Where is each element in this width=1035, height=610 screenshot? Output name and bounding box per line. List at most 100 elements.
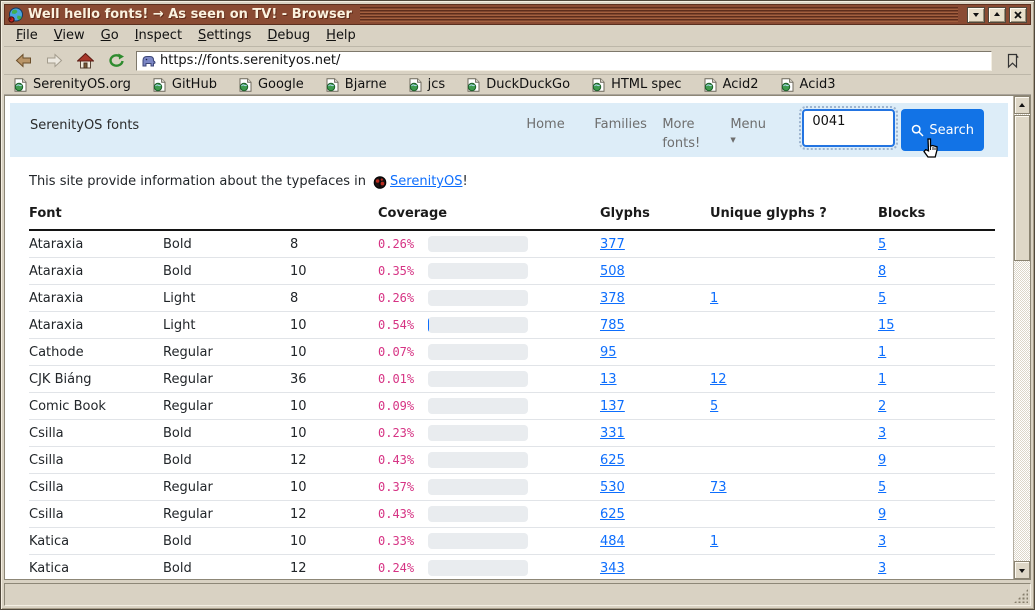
glyphs-link[interactable]: 13 (600, 372, 617, 387)
blocks-link[interactable]: 5 (878, 291, 886, 306)
blocks-link[interactable]: 1 (878, 372, 886, 387)
url-input[interactable] (160, 53, 987, 68)
cell-font-size: 8 (290, 291, 378, 306)
glyphs-link[interactable]: 625 (600, 507, 625, 522)
bookmark-item[interactable]: GitHub (153, 77, 217, 92)
glyphs-link[interactable]: 508 (600, 264, 625, 279)
nav-link[interactable]: Home (526, 116, 580, 154)
scrollbar-thumb[interactable] (1014, 115, 1030, 261)
blocks-link[interactable]: 3 (878, 561, 886, 576)
menu-item-inspect[interactable]: Inspect (127, 26, 190, 45)
glyphs-link[interactable]: 331 (600, 426, 625, 441)
bookmark-page-icon (153, 78, 166, 92)
bookmark-item[interactable]: Bjarne (326, 77, 387, 92)
menu-item-go[interactable]: Go (93, 26, 127, 45)
nav-link[interactable]: Families (594, 116, 648, 154)
browser-window: Well hello fonts! → As seen on TV! - Bro… (0, 0, 1035, 610)
bookmark-label: Acid3 (800, 77, 836, 92)
nav-link[interactable]: More fonts! (662, 116, 716, 154)
blocks-link[interactable]: 2 (878, 399, 886, 414)
blocks-link[interactable]: 5 (878, 480, 886, 495)
blocks-link[interactable]: 5 (878, 237, 886, 252)
maximize-button[interactable] (988, 7, 1006, 23)
cell-font-name: Comic Book (29, 399, 163, 414)
glyphs-link[interactable]: 95 (600, 345, 617, 360)
unique-glyphs-link[interactable]: 73 (710, 480, 727, 495)
unique-glyphs-link[interactable]: 1 (710, 291, 718, 306)
glyphs-link[interactable]: 343 (600, 561, 625, 576)
site-brand[interactable]: SerenityOS fonts (30, 118, 139, 133)
chevron-down-icon: ▼ (730, 137, 784, 144)
cell-font-name: Katica (29, 561, 163, 576)
glyphs-link[interactable]: 137 (600, 399, 625, 414)
bookmark-page-icon (14, 78, 27, 92)
menu-item-help[interactable]: Help (318, 26, 364, 45)
nav-link[interactable]: Menu ▼ (730, 116, 784, 154)
coverage-percent: 0.37% (378, 480, 428, 494)
bookmark-item[interactable]: SerenityOS.org (14, 77, 131, 92)
glyphs-link[interactable]: 530 (600, 480, 625, 495)
bookmark-item[interactable]: HTML spec (592, 77, 681, 92)
search-input[interactable] (802, 109, 895, 147)
add-bookmark-button[interactable] (1001, 50, 1023, 72)
forward-icon (46, 53, 63, 68)
minimize-button[interactable] (967, 7, 985, 23)
bookmark-item[interactable]: Acid3 (781, 77, 836, 92)
site-nav: Home Families More fonts! Menu ▼ (526, 116, 784, 154)
scroll-down-button[interactable] (1014, 561, 1030, 579)
serenityos-link[interactable]: SerenityOS (390, 174, 462, 189)
titlebar-stripes (360, 7, 958, 22)
bookmark-page-icon (326, 78, 339, 92)
blocks-link[interactable]: 9 (878, 507, 886, 522)
blocks-link[interactable]: 15 (878, 318, 895, 333)
menu-item-debug[interactable]: Debug (259, 26, 318, 45)
menu-item-view[interactable]: View (46, 26, 93, 45)
bookmark-item[interactable]: Acid2 (704, 77, 759, 92)
coverage-bar (428, 371, 528, 387)
menu-item-settings[interactable]: Settings (190, 26, 259, 45)
blocks-link[interactable]: 1 (878, 345, 886, 360)
resize-grip[interactable] (1014, 589, 1028, 603)
unique-glyphs-link[interactable]: 1 (710, 534, 718, 549)
home-icon (77, 53, 94, 69)
cell-font-name: Csilla (29, 453, 163, 468)
vertical-scrollbar[interactable] (1013, 96, 1030, 579)
bookmark-item[interactable]: Google (239, 77, 304, 92)
intro-text: This site provide information about the … (29, 174, 1013, 189)
blocks-link[interactable]: 3 (878, 426, 886, 441)
glyphs-link[interactable]: 378 (600, 291, 625, 306)
bookmark-item[interactable]: jcs (409, 77, 446, 92)
minimize-icon (973, 13, 979, 20)
cell-font-name: Csilla (29, 507, 163, 522)
glyphs-link[interactable]: 785 (600, 318, 625, 333)
bookmark-item[interactable]: DuckDuckGo (467, 77, 570, 92)
unique-glyphs-link[interactable]: 5 (710, 399, 718, 414)
menu-item-file[interactable]: File (8, 26, 46, 45)
glyphs-link[interactable]: 625 (600, 453, 625, 468)
bookmark-label: jcs (428, 77, 446, 92)
bookmark-label: SerenityOS.org (33, 77, 131, 92)
forward-button[interactable] (43, 50, 65, 72)
back-icon (15, 53, 32, 68)
scroll-down-icon (1019, 569, 1025, 576)
back-button[interactable] (12, 50, 34, 72)
search-button[interactable]: Search (901, 109, 984, 151)
refresh-button[interactable] (105, 50, 127, 72)
blocks-link[interactable]: 9 (878, 453, 886, 468)
title-bar[interactable]: Well hello fonts! → As seen on TV! - Bro… (4, 4, 1031, 25)
table-row: Csilla Regular 10 0.37% 530 73 5 (29, 474, 995, 501)
scroll-up-button[interactable] (1014, 96, 1030, 114)
close-button[interactable] (1009, 7, 1027, 23)
cell-coverage: 0.43% (378, 506, 600, 522)
cell-coverage: 0.23% (378, 425, 600, 441)
coverage-bar (428, 317, 528, 333)
address-bar[interactable] (136, 51, 992, 71)
blocks-link[interactable]: 8 (878, 264, 886, 279)
navigation-toolbar (4, 47, 1031, 75)
glyphs-link[interactable]: 484 (600, 534, 625, 549)
glyphs-link[interactable]: 377 (600, 237, 625, 252)
blocks-link[interactable]: 3 (878, 534, 886, 549)
cell-font-weight: Regular (163, 345, 290, 360)
home-button[interactable] (74, 50, 96, 72)
unique-glyphs-link[interactable]: 12 (710, 372, 727, 387)
